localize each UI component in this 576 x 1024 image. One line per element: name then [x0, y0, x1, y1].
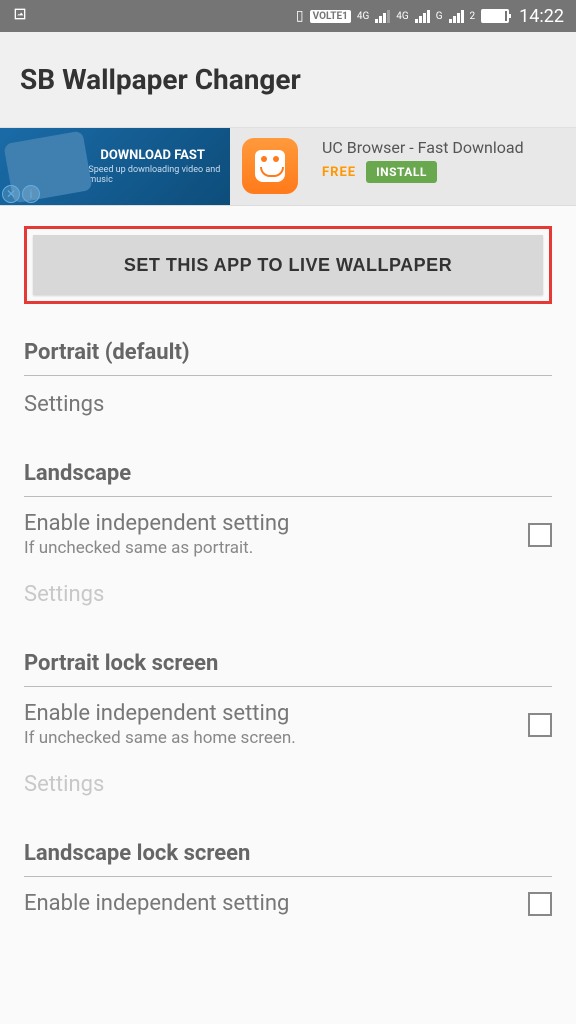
ad-creative: DOWNLOAD FAST Speed up downloading video… [0, 128, 230, 205]
volte-badge: VOLTE1 [310, 10, 351, 23]
ad-controls: ✕ i [2, 185, 40, 203]
section-landscape-title: Landscape [24, 449, 552, 497]
landscape-enable-sub: If unchecked same as portrait. [24, 538, 528, 558]
app-header: SB Wallpaper Changer [0, 32, 576, 128]
status-bar: ▯ VOLTE1 4G 4G G 2 14:22 [0, 0, 576, 32]
ad-info-icon[interactable]: i [22, 185, 40, 203]
portrait-lock-enable-label: Enable independent setting [24, 701, 528, 726]
status-right: ▯ VOLTE1 4G 4G G 2 14:22 [296, 6, 564, 27]
portrait-settings-link[interactable]: Settings [24, 376, 552, 433]
status-left [12, 6, 28, 26]
signal-icon-1 [375, 10, 390, 23]
section-landscape-lock-title: Landscape lock screen [24, 829, 552, 877]
landscape-lock-enable-row[interactable]: Enable independent setting [24, 877, 552, 924]
ad-image-headline: DOWNLOAD FAST [100, 148, 230, 163]
signal-icon-2 [415, 10, 430, 23]
landscape-enable-label: Enable independent setting [24, 511, 528, 536]
ad-close-icon[interactable]: ✕ [2, 185, 20, 203]
landscape-enable-row[interactable]: Enable independent setting If unchecked … [24, 497, 552, 566]
landscape-lock-enable-label: Enable independent setting [24, 891, 528, 916]
section-portrait-lock-title: Portrait lock screen [24, 639, 552, 687]
ad-image-subtext: Speed up downloading video and music [88, 165, 230, 185]
picture-icon [12, 6, 28, 22]
landscape-settings-link: Settings [24, 566, 552, 623]
portrait-lock-settings-link: Settings [24, 756, 552, 813]
network-label-3: G [436, 11, 443, 22]
content-area: SET THIS APP TO LIVE WALLPAPER Portrait … [0, 226, 576, 924]
landscape-enable-checkbox[interactable] [528, 523, 552, 547]
ad-text-block: UC Browser - Fast Download FREE INSTALL [310, 128, 576, 205]
clock: 14:22 [519, 6, 564, 27]
portrait-lock-enable-sub: If unchecked same as home screen. [24, 728, 528, 748]
ad-install-button[interactable]: INSTALL [366, 161, 437, 183]
landscape-lock-enable-checkbox[interactable] [528, 892, 552, 916]
network-label-2: 4G [396, 11, 408, 22]
vibrate-icon: ▯ [296, 8, 304, 24]
ad-banner[interactable]: DOWNLOAD FAST Speed up downloading video… [0, 128, 576, 206]
set-live-wallpaper-button[interactable]: SET THIS APP TO LIVE WALLPAPER [33, 235, 543, 295]
section-portrait-title: Portrait (default) [24, 328, 552, 376]
sim-label: 2 [470, 11, 476, 22]
ad-app-icon [242, 138, 298, 194]
ad-title: UC Browser - Fast Download [322, 138, 564, 157]
ad-price: FREE [322, 165, 356, 180]
battery-icon [481, 9, 509, 23]
portrait-lock-enable-checkbox[interactable] [528, 713, 552, 737]
highlight-annotation: SET THIS APP TO LIVE WALLPAPER [24, 226, 552, 304]
app-title: SB Wallpaper Changer [20, 63, 301, 96]
network-label-1: 4G [357, 11, 369, 22]
signal-icon-3 [449, 10, 464, 23]
portrait-lock-enable-row[interactable]: Enable independent setting If unchecked … [24, 687, 552, 756]
